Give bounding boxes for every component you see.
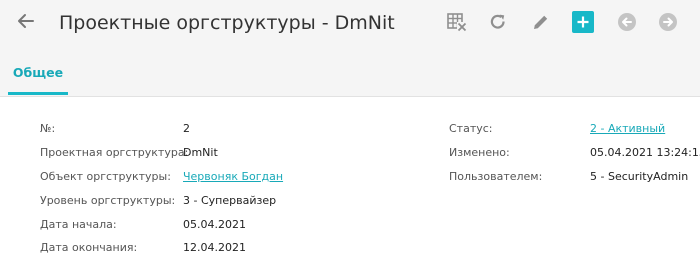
previous-record-button[interactable] (614, 9, 640, 35)
field-modified-by-value: 5 - SecurityAdmin (590, 170, 689, 183)
edit-button[interactable] (528, 9, 554, 35)
field-modified-by-label: Пользователем: (449, 170, 543, 183)
field-modified-value: 05.04.2021 13:24:15 (590, 146, 700, 159)
arrow-left-icon (18, 14, 34, 28)
top-toolbar: Проектные оргструктуры - DmNit Общее (0, 0, 700, 97)
field-start-date-value: 05.04.2021 (183, 218, 246, 231)
page-title: Проектные оргструктуры - DmNit (59, 12, 395, 34)
field-end-date-value: 12.04.2021 (183, 241, 246, 254)
edit-pencil-icon (534, 15, 548, 29)
field-orgstructure-level-label: Уровень оргструктуры: (40, 194, 176, 207)
back-button[interactable] (14, 9, 38, 33)
field-end-date-label: Дата окончания: (40, 241, 138, 254)
add-plus-icon (577, 16, 589, 28)
field-start-date-label: Дата начала: (40, 218, 117, 231)
next-arrow-icon (659, 13, 677, 31)
tab-general[interactable]: Общее (8, 56, 68, 95)
next-record-button[interactable] (655, 9, 681, 35)
field-project-orgstructure-value: DmNit (183, 146, 218, 159)
prev-arrow-icon (618, 13, 636, 31)
field-status-label: Статус: (449, 122, 493, 135)
field-orgstructure-object-label: Объект оргструктуры: (40, 170, 171, 183)
field-status-link[interactable]: 2 - Активный (590, 122, 665, 136)
field-project-orgstructure-label: Проектная оргструктура: (40, 146, 189, 159)
table-excel-icon (447, 13, 467, 32)
field-orgstructure-object-link[interactable]: Червоняк Богдан (183, 170, 283, 184)
field-modified-label: Изменено: (449, 146, 510, 159)
refresh-icon (490, 14, 505, 29)
field-number-value: 2 (183, 122, 190, 135)
export-table-button[interactable] (444, 9, 470, 35)
refresh-button[interactable] (485, 9, 511, 35)
field-number-label: №: (40, 122, 56, 135)
add-button[interactable] (572, 11, 594, 33)
tab-general-label: Общее (12, 65, 64, 80)
field-orgstructure-level-value: 3 - Супервайзер (183, 194, 277, 207)
